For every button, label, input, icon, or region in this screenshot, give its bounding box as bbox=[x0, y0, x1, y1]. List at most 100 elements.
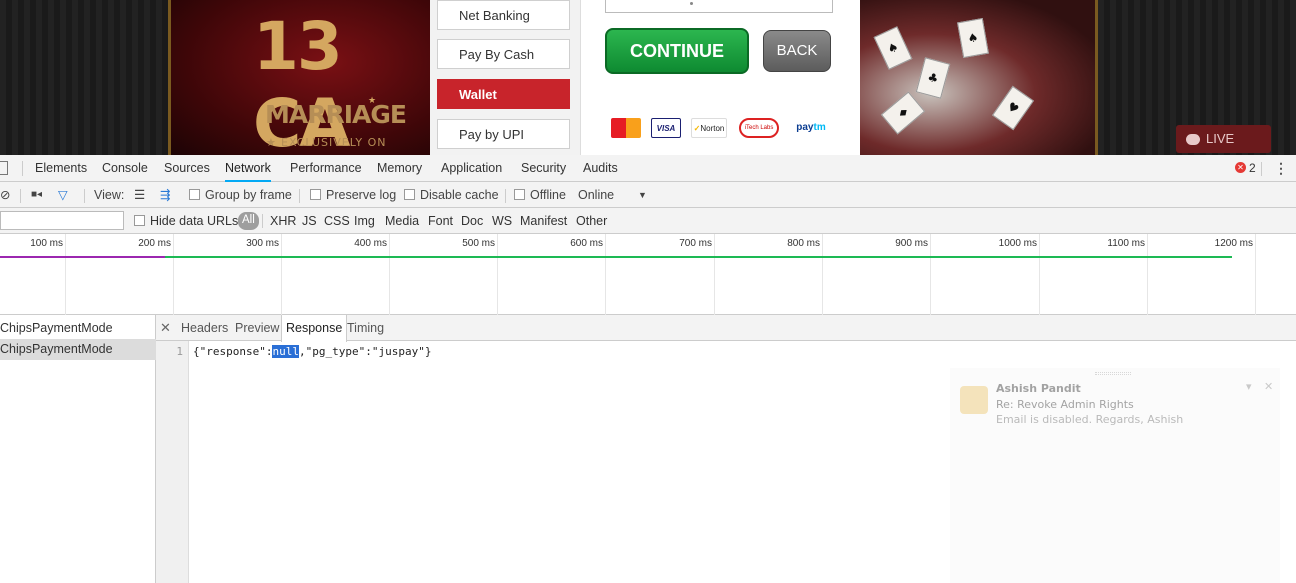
error-count[interactable]: 2 bbox=[1249, 155, 1256, 182]
detail-tabbar: ✕ Headers Preview Response Timing bbox=[156, 315, 1296, 342]
close-icon[interactable]: ✕ bbox=[1264, 380, 1273, 393]
card-graphic: ♥ bbox=[992, 85, 1034, 131]
playing-cards-image: ♠ ♣ ♠ ♥ ♦ bbox=[860, 0, 1098, 155]
tab-sources[interactable]: Sources bbox=[164, 155, 210, 182]
star-icon: ★ bbox=[266, 136, 276, 149]
selected-text[interactable]: null bbox=[272, 345, 299, 358]
line-gutter: 1 bbox=[156, 341, 189, 583]
method-pay-by-cash[interactable]: Pay By Cash bbox=[437, 39, 570, 69]
filter-all[interactable]: All bbox=[238, 212, 259, 230]
filter-manifest[interactable]: Manifest bbox=[520, 208, 567, 234]
notification-subject: Re: Revoke Admin Rights bbox=[996, 398, 1134, 411]
chat-bubble-icon bbox=[1186, 134, 1200, 146]
payment-logos: VISA ✓Norton iTech Labs paytm bbox=[611, 118, 833, 140]
tab-preview[interactable]: Preview bbox=[235, 315, 279, 341]
banner-tagline: EXCLUSIVELY ON bbox=[281, 136, 387, 149]
filter-css[interactable]: CSS bbox=[324, 208, 350, 234]
tick-label: 500 ms bbox=[462, 238, 495, 249]
disable-cache-checkbox[interactable]: Disable cache bbox=[404, 182, 499, 208]
devtools-tabbar: Elements Console Sources Network Perform… bbox=[0, 155, 1296, 182]
tick-label: 400 ms bbox=[354, 238, 387, 249]
method-wallet[interactable]: Wallet bbox=[437, 79, 570, 109]
throttling-select[interactable]: Online bbox=[578, 182, 614, 208]
live-chat-button[interactable]: LIVE CHAT bbox=[1176, 125, 1271, 153]
filter-doc[interactable]: Doc bbox=[461, 208, 483, 234]
itech-labs-logo: iTech Labs bbox=[739, 118, 779, 138]
clear-icon[interactable]: ⊘ bbox=[0, 182, 10, 208]
network-overview-timeline[interactable]: 100 ms 200 ms 300 ms 400 ms 500 ms 600 m… bbox=[0, 234, 1296, 315]
mastercard-logo bbox=[611, 118, 641, 138]
filter-input[interactable] bbox=[0, 211, 124, 230]
continue-button[interactable]: CONTINUE bbox=[605, 28, 749, 74]
tab-network[interactable]: Network bbox=[225, 155, 271, 182]
filter-other[interactable]: Other bbox=[576, 208, 607, 234]
hide-data-urls-checkbox[interactable]: Hide data URLs bbox=[134, 208, 238, 234]
list-view-icon[interactable]: ☰ bbox=[134, 182, 145, 208]
paytm-logo: paytm bbox=[796, 122, 826, 133]
tick-label: 800 ms bbox=[787, 238, 820, 249]
tab-application[interactable]: Application bbox=[441, 155, 502, 182]
tick-label: 200 ms bbox=[138, 238, 171, 249]
email-notification[interactable]: Ashish Pandit Re: Revoke Admin Rights Em… bbox=[950, 368, 1280, 583]
tick-label: 1200 ms bbox=[1214, 238, 1253, 249]
tab-memory[interactable]: Memory bbox=[377, 155, 422, 182]
filter-js[interactable]: JS bbox=[302, 208, 317, 234]
tab-performance[interactable]: Performance bbox=[290, 155, 362, 182]
filter-xhr[interactable]: XHR bbox=[270, 208, 296, 234]
line-number: 1 bbox=[176, 345, 183, 358]
close-icon[interactable]: ✕ bbox=[160, 315, 171, 341]
tick-label: 600 ms bbox=[570, 238, 603, 249]
filter-ws[interactable]: WS bbox=[492, 208, 512, 234]
method-pay-by-upi[interactable]: Pay by UPI bbox=[437, 119, 570, 149]
filter-icon[interactable]: ▽ bbox=[58, 182, 68, 208]
waterfall-view-icon[interactable]: ⇶ bbox=[160, 182, 170, 208]
filter-media[interactable]: Media bbox=[385, 208, 419, 234]
tab-audits[interactable]: Audits bbox=[583, 155, 618, 182]
visa-logo: VISA bbox=[651, 118, 681, 138]
request-waiting-bar bbox=[0, 256, 165, 258]
offline-checkbox[interactable]: Offline bbox=[514, 182, 566, 208]
tab-timing[interactable]: Timing bbox=[347, 315, 384, 341]
more-options-icon[interactable]: ⋮ bbox=[1274, 155, 1288, 182]
request-row[interactable]: ChipsPaymentMode bbox=[0, 318, 156, 339]
drag-handle[interactable] bbox=[1095, 372, 1131, 375]
filter-img[interactable]: Img bbox=[354, 208, 375, 234]
mail-app-icon bbox=[960, 386, 988, 414]
tab-elements[interactable]: Elements bbox=[35, 155, 87, 182]
payment-methods-list: Net Banking Pay By Cash Wallet Pay by UP… bbox=[430, 0, 580, 155]
tab-console[interactable]: Console bbox=[102, 155, 148, 182]
tab-response[interactable]: Response bbox=[281, 315, 348, 342]
amount-field[interactable] bbox=[605, 0, 833, 13]
banner-title: 13 CA bbox=[253, 8, 351, 155]
request-list: ChipsPaymentMode ChipsPaymentMode bbox=[0, 315, 156, 583]
norton-logo: ✓Norton bbox=[691, 118, 727, 138]
payment-panel: CONTINUE BACK VISA ✓Norton iTech Labs pa… bbox=[580, 0, 860, 155]
tab-security[interactable]: Security bbox=[521, 155, 566, 182]
notification-preview: Email is disabled. Regards, Ashish bbox=[996, 413, 1184, 426]
inspect-element-icon[interactable] bbox=[0, 161, 8, 175]
group-by-frame-checkbox[interactable]: Group by frame bbox=[189, 182, 292, 208]
back-button[interactable]: BACK bbox=[763, 30, 831, 72]
chevron-down-icon[interactable]: ▾ bbox=[1246, 380, 1252, 393]
method-net-banking[interactable]: Net Banking bbox=[437, 0, 570, 30]
tab-headers[interactable]: Headers bbox=[181, 315, 228, 341]
record-screenshots-icon[interactable]: ■◂ bbox=[31, 182, 42, 208]
notification-sender: Ashish Pandit bbox=[996, 382, 1081, 395]
background-pattern-left bbox=[0, 0, 170, 155]
tick-label: 1000 ms bbox=[998, 238, 1037, 249]
card-graphic: ♠ bbox=[957, 18, 989, 58]
request-row[interactable]: ChipsPaymentMode bbox=[0, 339, 156, 360]
website-viewport: 13 CA ★ MARRIAGE ★ EXCLUSIVELY ON Net Ba… bbox=[0, 0, 1296, 155]
preserve-log-checkbox[interactable]: Preserve log bbox=[310, 182, 396, 208]
view-label: View: bbox=[94, 188, 125, 202]
request-timing-bar bbox=[165, 256, 1232, 258]
tick-label: 1100 ms bbox=[1107, 238, 1145, 249]
network-toolbar: ⊘ ■◂ ▽ View: ☰ ⇶ Group by frame Preserve… bbox=[0, 182, 1296, 208]
error-icon[interactable]: ✕ bbox=[1235, 162, 1246, 173]
chevron-down-icon[interactable]: ▼ bbox=[638, 182, 647, 208]
response-body[interactable]: {"response":null,"pg_type":"juspay"} bbox=[193, 345, 431, 358]
filter-font[interactable]: Font bbox=[428, 208, 453, 234]
card-graphic: ♣ bbox=[915, 57, 951, 99]
game-banner: 13 CA ★ MARRIAGE ★ EXCLUSIVELY ON bbox=[168, 0, 430, 155]
card-graphic: ♠ bbox=[873, 26, 913, 70]
